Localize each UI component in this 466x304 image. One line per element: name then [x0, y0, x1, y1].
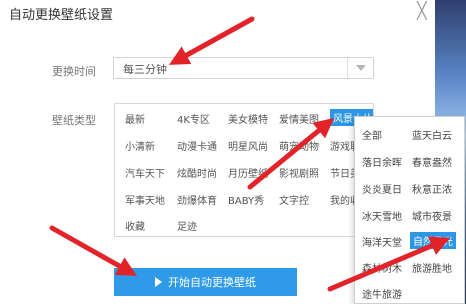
- category-item[interactable]: 文字控: [279, 192, 309, 207]
- category-item[interactable]: 劲爆体育: [177, 192, 217, 207]
- subcategory-item-selected[interactable]: 自然风光: [410, 232, 456, 249]
- subcategory-item[interactable]: 炎炎夏日: [362, 181, 402, 196]
- subcategory-item[interactable]: 途牛旅游: [362, 286, 402, 301]
- category-item[interactable]: 萌宠动物: [279, 138, 319, 153]
- dropdown-toggle[interactable]: [347, 58, 373, 78]
- play-icon: [155, 277, 162, 287]
- subcategory-item[interactable]: 海洋天堂: [362, 234, 402, 249]
- start-button-label: 开始自动更换壁纸: [168, 276, 256, 289]
- change-time-select[interactable]: 每三分钟: [113, 57, 374, 79]
- dialog-title: 自动更换壁纸设置: [9, 8, 114, 23]
- subcategory-item[interactable]: 落日余晖: [362, 154, 402, 169]
- category-item[interactable]: 爱情美图: [279, 111, 319, 126]
- category-item[interactable]: 明星风尚: [228, 138, 268, 153]
- category-item[interactable]: 美女模特: [228, 111, 268, 126]
- category-item[interactable]: 影视剧照: [279, 165, 319, 180]
- wallpaper-type-grid: 最新 4K专区 美女模特 爱情美图 风景大片 小清新 动漫卡通 明星风尚 萌宠动…: [114, 103, 374, 237]
- category-item[interactable]: BABY秀: [228, 192, 264, 207]
- subcategory-item[interactable]: 秋意正浓: [412, 181, 452, 196]
- subcategory-dropdown: 全部 蓝天白云 落日余晖 春意盎然 炎炎夏日 秋意正浓 冰天雪地 城市夜景 海洋…: [354, 116, 465, 304]
- subcategory-item[interactable]: 森林树木: [362, 260, 402, 275]
- category-item[interactable]: 足迹: [177, 218, 197, 233]
- category-item[interactable]: 小清新: [125, 138, 155, 153]
- change-time-value: 每三分钟: [123, 63, 167, 76]
- subcategory-item[interactable]: 旅游胜地: [412, 260, 452, 275]
- category-item[interactable]: 月历壁纸: [228, 165, 268, 180]
- change-time-label: 更换时间: [52, 65, 96, 78]
- chevron-down-icon: [355, 65, 366, 71]
- start-auto-change-button[interactable]: 开始自动更换壁纸: [114, 268, 297, 296]
- category-item[interactable]: 炫酷时尚: [177, 165, 217, 180]
- category-item[interactable]: 4K专区: [177, 111, 210, 126]
- subcategory-item[interactable]: 春意盎然: [412, 154, 452, 169]
- subcategory-item[interactable]: 蓝天白云: [412, 127, 452, 142]
- close-icon[interactable]: ╳: [417, 2, 427, 20]
- category-item[interactable]: 汽车天下: [125, 165, 165, 180]
- subcategory-item[interactable]: 全部: [362, 127, 382, 142]
- subcategory-item[interactable]: 城市夜景: [412, 208, 452, 223]
- category-item[interactable]: 军事天地: [125, 192, 165, 207]
- category-item[interactable]: 收藏: [125, 218, 145, 233]
- wallpaper-type-label: 壁纸类型: [52, 114, 96, 127]
- category-item[interactable]: 最新: [125, 111, 145, 126]
- subcategory-item[interactable]: 冰天雪地: [362, 208, 402, 223]
- category-item[interactable]: 动漫卡通: [177, 138, 217, 153]
